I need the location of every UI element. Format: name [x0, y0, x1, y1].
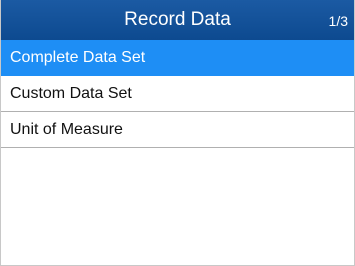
- page-indicator: 1/3: [328, 13, 348, 29]
- menu-item-label: Complete Data Set: [10, 49, 146, 66]
- page-title: Record Data: [124, 9, 231, 30]
- menu-list: Complete Data Set Custom Data Set Unit o…: [1, 40, 354, 148]
- scan-tool-screen: Record Data 1/3 Complete Data Set Custom…: [0, 0, 355, 266]
- title-bar: Record Data 1/3: [1, 0, 354, 40]
- menu-item-label: Unit of Measure: [10, 121, 123, 138]
- menu-item-complete-data-set[interactable]: Complete Data Set: [1, 40, 354, 76]
- menu-item-label: Custom Data Set: [10, 85, 132, 102]
- menu-item-unit-of-measure[interactable]: Unit of Measure: [1, 112, 354, 148]
- menu-item-custom-data-set[interactable]: Custom Data Set: [1, 76, 354, 112]
